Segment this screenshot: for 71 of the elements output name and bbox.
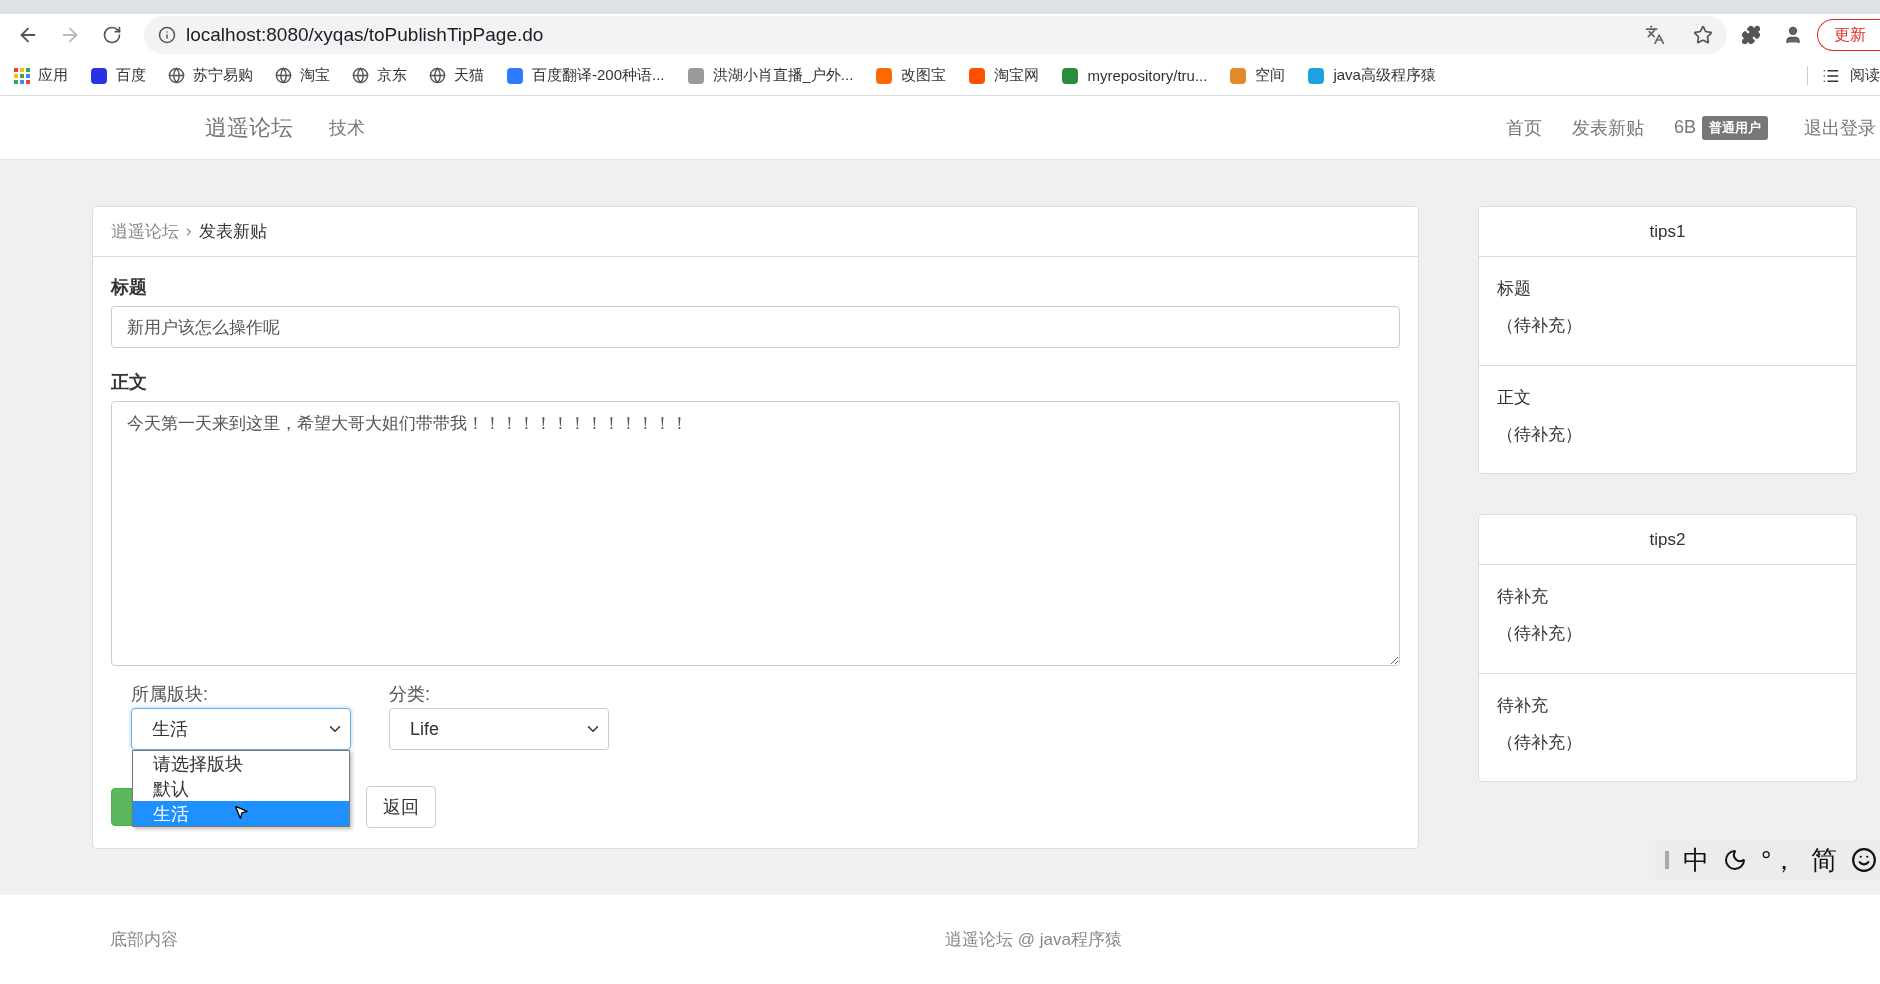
site-logo-icon [1307,66,1326,85]
user-role-badge: 普通用户 [1702,115,1768,140]
address-bar[interactable]: localhost:8080/xyqas/toPublishTipPage.do [144,16,1727,54]
tip-text: （待补充） [1497,315,1583,337]
bookmark-link[interactable]: 淘宝 [275,66,330,85]
field-label: 标题 [111,276,148,299]
tip-label: 正文 [1497,387,1532,409]
bookmark-link[interactable]: 应用 [14,66,68,85]
field-label: 正文 [111,371,148,394]
dropdown-option[interactable]: 请选择版块 [133,751,349,776]
bookmark-link[interactable]: java高级程序猿 [1307,66,1436,85]
category-select[interactable]: Life [389,708,609,750]
back-button[interactable]: 返回 [366,786,436,828]
tip-text: （待补充） [1497,732,1583,754]
tip-label: 待补充 [1497,695,1549,717]
select-label: 分类: [389,683,431,706]
tip-text: （待补充） [1497,424,1583,446]
moon-icon[interactable] [1723,848,1747,872]
ime-script[interactable]: 简 [1811,842,1838,878]
title-input[interactable]: 新用户该怎么操作呢 [111,306,1400,348]
bookmark-star-icon[interactable] [1693,25,1713,45]
site-logo-icon [686,66,705,85]
bookmark-link[interactable]: 淘宝网 [968,66,1040,85]
nav-link[interactable]: 技术 [329,115,365,140]
globe-icon [168,67,185,84]
bookmark-link[interactable]: 百度翻译-200种语... [506,66,665,85]
bookmark-link[interactable]: 天猫 [429,66,484,85]
reading-list-link[interactable]: 阅读 [1807,66,1880,85]
smiley-icon[interactable] [1851,847,1878,873]
select-label: 所属版块: [131,683,209,706]
grip-icon [1665,851,1669,869]
site-logo-icon [968,66,987,85]
globe-icon [429,67,446,84]
tip-text: （待补充） [1497,623,1583,645]
bookmark-link[interactable]: 百度 [90,66,146,85]
tip-label: 待补充 [1497,586,1549,608]
apps-grid-icon [14,67,30,84]
info-icon [158,26,176,44]
update-button[interactable]: 更新 [1817,19,1880,51]
panel-title: tips1 [1649,221,1686,242]
section-select[interactable]: 生活 [131,708,351,750]
body-textarea[interactable]: 今天第一天来到这里，希望大哥大姐们带带我！！！！！！！！！！！！！ [111,401,1400,666]
footer-text: 底部内容 [110,929,178,951]
site-logo-icon [90,66,108,85]
site-logo-icon [875,66,894,85]
globe-icon [352,67,369,84]
bookmark-link[interactable]: 改图宝 [875,66,947,85]
bookmark-link[interactable]: 京东 [352,66,407,85]
bookmark-link[interactable]: myrepository/tru... [1061,66,1208,85]
dropdown-option[interactable]: 默认 [133,776,349,801]
site-logo-icon [506,66,524,85]
breadcrumb-link[interactable]: 逍遥论坛 [111,220,179,243]
nav-link[interactable]: 首页 [1505,115,1542,140]
site-logo-icon [1229,66,1248,85]
globe-icon [275,67,292,84]
ime-punctuation[interactable]: °， [1761,842,1798,878]
logout-link[interactable]: 退出登录 [1804,115,1876,140]
footer-text: 逍遥论坛 @ java程序猿 [945,929,1122,951]
bookmark-link[interactable]: 洪湖小肖直播_户外... [686,66,854,85]
bookmark-link[interactable]: 苏宁易购 [168,66,253,85]
breadcrumb-current: 发表新贴 [199,221,267,243]
mouse-cursor-icon [233,804,249,820]
translate-icon[interactable] [1645,25,1665,45]
panel-title: tips2 [1649,529,1686,550]
ime-mode[interactable]: 中 [1683,842,1709,878]
nav-link[interactable]: 发表新贴 [1571,115,1644,140]
tip-label: 标题 [1497,278,1532,300]
user-name[interactable]: 6B [1673,117,1696,138]
bookmark-link[interactable]: 空间 [1229,66,1286,85]
brand-link[interactable]: 逍遥论坛 [205,112,293,143]
site-logo-icon [1061,66,1080,85]
